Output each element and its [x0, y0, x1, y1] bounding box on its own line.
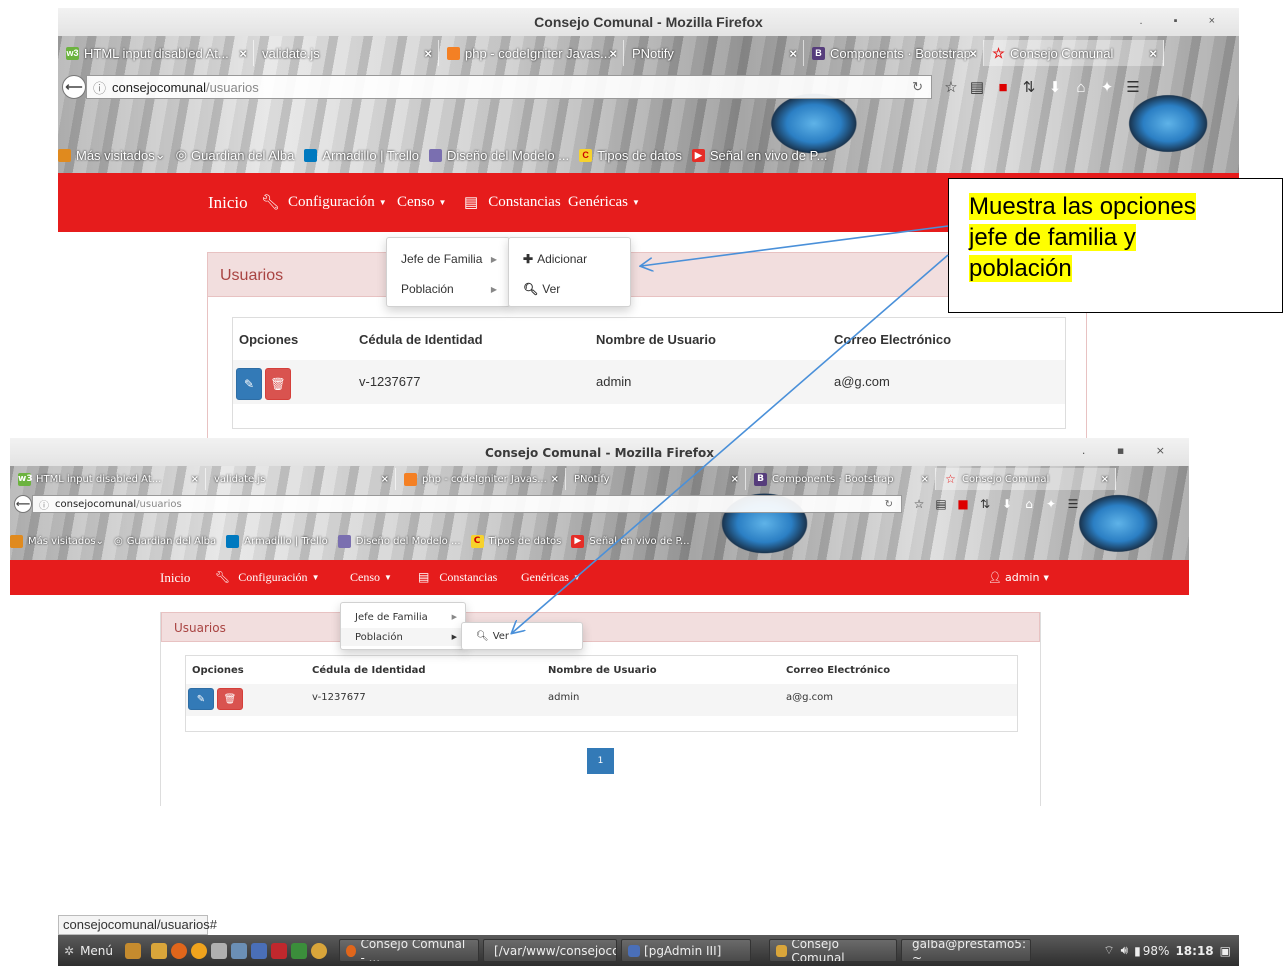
window-label: galba@prestamo5: ~ — [912, 939, 1026, 962]
wifi-icon[interactable]: ⌔ — [1103, 943, 1114, 958]
firefox-icon[interactable] — [171, 942, 188, 959]
launcher-icons — [125, 940, 331, 962]
app-icon[interactable] — [211, 942, 228, 959]
system-tray: ⌔ 🔊︎ ▮ 98% 18:18 ▣ — [1103, 940, 1231, 962]
window-label: [pgAdmin III] — [644, 943, 722, 958]
editor-icon[interactable] — [291, 942, 308, 959]
firefox-dev-icon[interactable] — [191, 942, 208, 959]
terminal-icon[interactable] — [271, 942, 288, 959]
start-menu-button[interactable]: ✲ Menú — [64, 940, 113, 962]
taskbar-window-editor[interactable]: [/var/www/consejoco... — [483, 939, 618, 962]
annotation-arrows — [0, 225, 949, 966]
folder-icon[interactable] — [151, 942, 168, 959]
files-icon[interactable] — [125, 942, 142, 959]
network-icon[interactable] — [231, 942, 248, 959]
taskbar-window-firefox[interactable]: Consejo Comunal - ... — [339, 939, 480, 962]
arrow-to-ver — [512, 254, 949, 633]
taskbar-window-terminal[interactable]: galba@prestamo5: ~ — [901, 939, 1032, 962]
battery-level: 98% — [1142, 943, 1170, 958]
show-desktop-icon[interactable]: ▣ — [1220, 944, 1231, 958]
pgadmin-icon — [628, 944, 641, 957]
clock[interactable]: 18:18 — [1175, 944, 1213, 958]
menu-label: Menú — [80, 943, 114, 958]
window-label: [/var/www/consejoco... — [494, 943, 616, 958]
battery-icon[interactable]: ▮ — [1134, 944, 1141, 958]
status-url: consejocomunal/usuarios# — [58, 915, 217, 935]
window-label: Consejo Comunal - ... — [360, 939, 466, 962]
volume-icon[interactable]: 🔊︎ — [1121, 943, 1129, 958]
menu-star-icon: ✲ — [64, 943, 75, 958]
taskbar-window-pgadmin[interactable]: [pgAdmin III] — [621, 939, 752, 962]
desktop-taskbar: ✲ Menú Consejo Comunal - ... [/var/www/co… — [58, 935, 1239, 966]
arrow-to-adicionar — [641, 225, 949, 266]
taskbar-window-folder[interactable]: Consejo Comunal — [769, 939, 898, 962]
folder-icon — [776, 944, 788, 957]
firefox-icon — [346, 944, 357, 957]
pgadmin-icon[interactable] — [251, 942, 268, 959]
window-label: Consejo Comunal — [791, 939, 845, 962]
chrome-icon[interactable] — [311, 942, 328, 959]
